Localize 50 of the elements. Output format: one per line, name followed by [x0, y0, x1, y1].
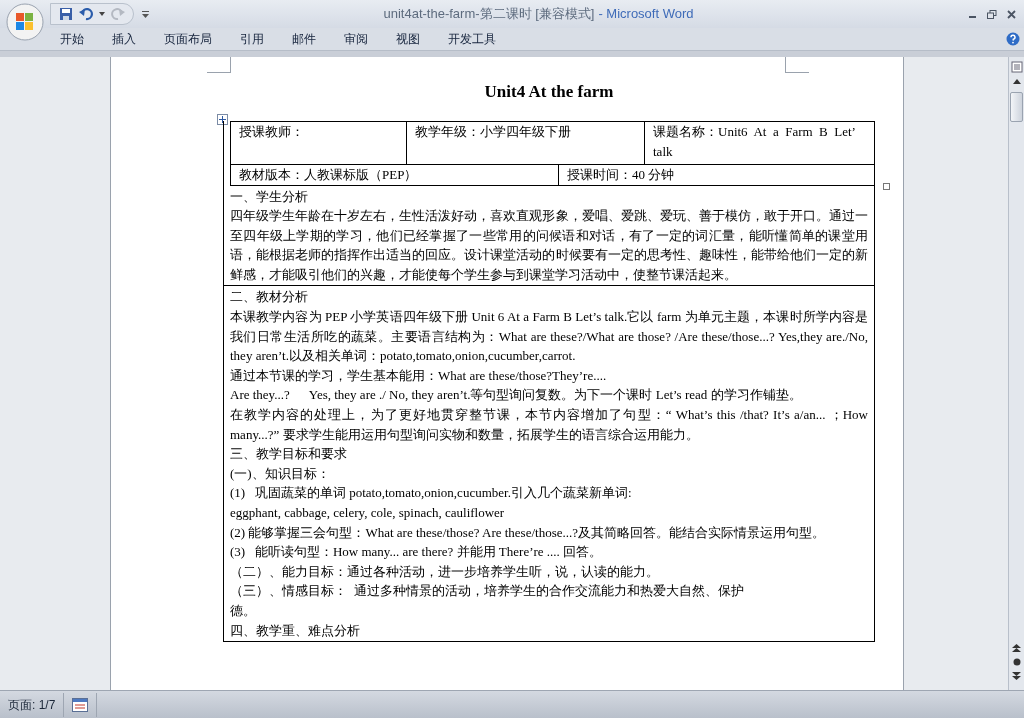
paragraph: (3) 能听读句型：How many... are there? 并能用 There’re .... 回答。 — [230, 543, 604, 562]
paragraph: Are they...? Yes, they are ./ No, they aren’t.等句型询问复数。为下一个课时 Let’s read 的学习作铺垫。 — [230, 386, 803, 405]
ribbon-tab[interactable]: 引用 — [226, 29, 278, 49]
paragraph: 在教学内容的处理上，为了更好地贯穿整节课，本节内容增加了句型：“ What’s this /that? It’s a/an... ；How many...?” 要求学生能用运用句型询问实物和数量，拓展学生的语言综合运用能力。 — [230, 406, 868, 444]
paragraph: （二）、能力目标：通过各种活动，进一步培养学生听，说，认读的能力。 — [230, 562, 660, 581]
dropdown-arrow-icon[interactable] — [99, 12, 105, 16]
ribbon-tab[interactable]: 视图 — [382, 29, 434, 49]
paragraph: 四年级学生年龄在十岁左右，生性活泼好动，喜欢直观形象，爱唱、爱跳、爱玩、善于模仿，敢于开口。通过一至四年级上学期的学习，他们已经掌握了一些常用的问候语和对话，有了一定的词汇量，能听懂简单的课堂用语，能根据老师的指挥作出适当的回应。设计课堂活动的时候要有一定的思考性、趣味性，能带给他们一定的新鲜感，才能吸引他们的兴趣，才能使每个学生参与到课堂学习活动中，使整节课活起来。 — [230, 207, 868, 284]
ribbon-tab[interactable]: 插入 — [98, 29, 150, 49]
paragraph: （三）、情感目标： 通过多种情景的活动，培养学生的合作交流能力和热爱大自然、保护 — [230, 582, 745, 601]
paragraph: 一、学生分析 — [230, 187, 309, 206]
paragraph: 本课教学内容为 PEP 小学英语四年级下册 Unit 6 At a Farm B Let’s talk.它以 farm 为单元主题，本课时所学内容是我们日常生活所吃的蔬菜。主要语言结构为：What are these?/What are those? /Are these/those...? Yes,they are./No, they aren’t.以及相关单词：potato,tomato,onion,cucumber,carrot. — [230, 308, 868, 366]
help-icon[interactable] — [1006, 32, 1020, 46]
table-resize-handle-icon[interactable] — [883, 182, 890, 190]
restore-icon[interactable] — [987, 9, 997, 19]
ribbon-tab[interactable]: 页面布局 — [150, 29, 226, 49]
scrollbar-thumb[interactable] — [1010, 92, 1023, 122]
spelling-status-icon[interactable] — [72, 697, 89, 712]
paragraph: 三、教学目标和要求 — [230, 445, 348, 464]
table-cell: 授课教师： — [230, 121, 407, 164]
page-indicator[interactable]: 页面: 1/7 — [0, 692, 65, 717]
paragraph: 通过本节课的学习，学生基本能用：What are these/those?They’re.... — [230, 366, 608, 385]
ribbon-tab[interactable]: 开发工具 — [434, 29, 510, 49]
paragraph: eggphant, cabbage, celery, cole, spinach, cauliflower — [230, 504, 506, 522]
table-move-handle-icon[interactable] — [217, 113, 228, 125]
browse-object-icon[interactable] — [1012, 658, 1021, 666]
paragraph: (1) 巩固蔬菜的单词 potato,tomato,onion,cucumber.引入几个蔬菜新单词: — [230, 484, 633, 503]
ribbon-tab[interactable]: 邮件 — [278, 29, 330, 49]
scroll-up-icon[interactable] — [1012, 79, 1021, 84]
customize-toolbar-icon[interactable] — [142, 10, 149, 18]
close-icon[interactable] — [1007, 9, 1016, 19]
document-heading: Unit4 At the farm — [484, 81, 614, 103]
app-name: - Microsoft Word — [598, 5, 694, 24]
next-page-icon[interactable] — [1012, 672, 1021, 680]
paragraph: (一)、知识目标： — [230, 464, 331, 483]
ruler-toggle-icon[interactable] — [1010, 61, 1023, 73]
table-cell: 教学年级：小学四年级下册 — [407, 121, 645, 164]
paragraph: (2) 能够掌握三会句型：What are these/those? Are these/those...?及其简略回答。能结合实际情景运用句型。 — [230, 523, 827, 542]
document-title: unit4at-the-farm-第二课时 [兼容模式] — [383, 5, 595, 24]
undo-icon[interactable] — [79, 7, 93, 21]
ribbon-tab[interactable]: 审阅 — [330, 29, 382, 49]
paragraph: 二、教材分析 — [230, 288, 309, 307]
previous-page-icon[interactable] — [1012, 644, 1021, 652]
table-cell: 教材版本：人教课标版（PEP） — [230, 164, 559, 185]
paragraph: 德。 — [230, 601, 257, 620]
paragraph: 四、教学重、难点分析 — [230, 621, 361, 640]
table-cell-text: 授课时间：40 分钟 — [566, 165, 676, 184]
ribbon-tab[interactable]: 开始 — [46, 29, 98, 49]
save-icon[interactable] — [59, 7, 73, 21]
table-cell-text: 课题名称：Unit6 At a Farm B Let’ talk — [652, 122, 856, 161]
